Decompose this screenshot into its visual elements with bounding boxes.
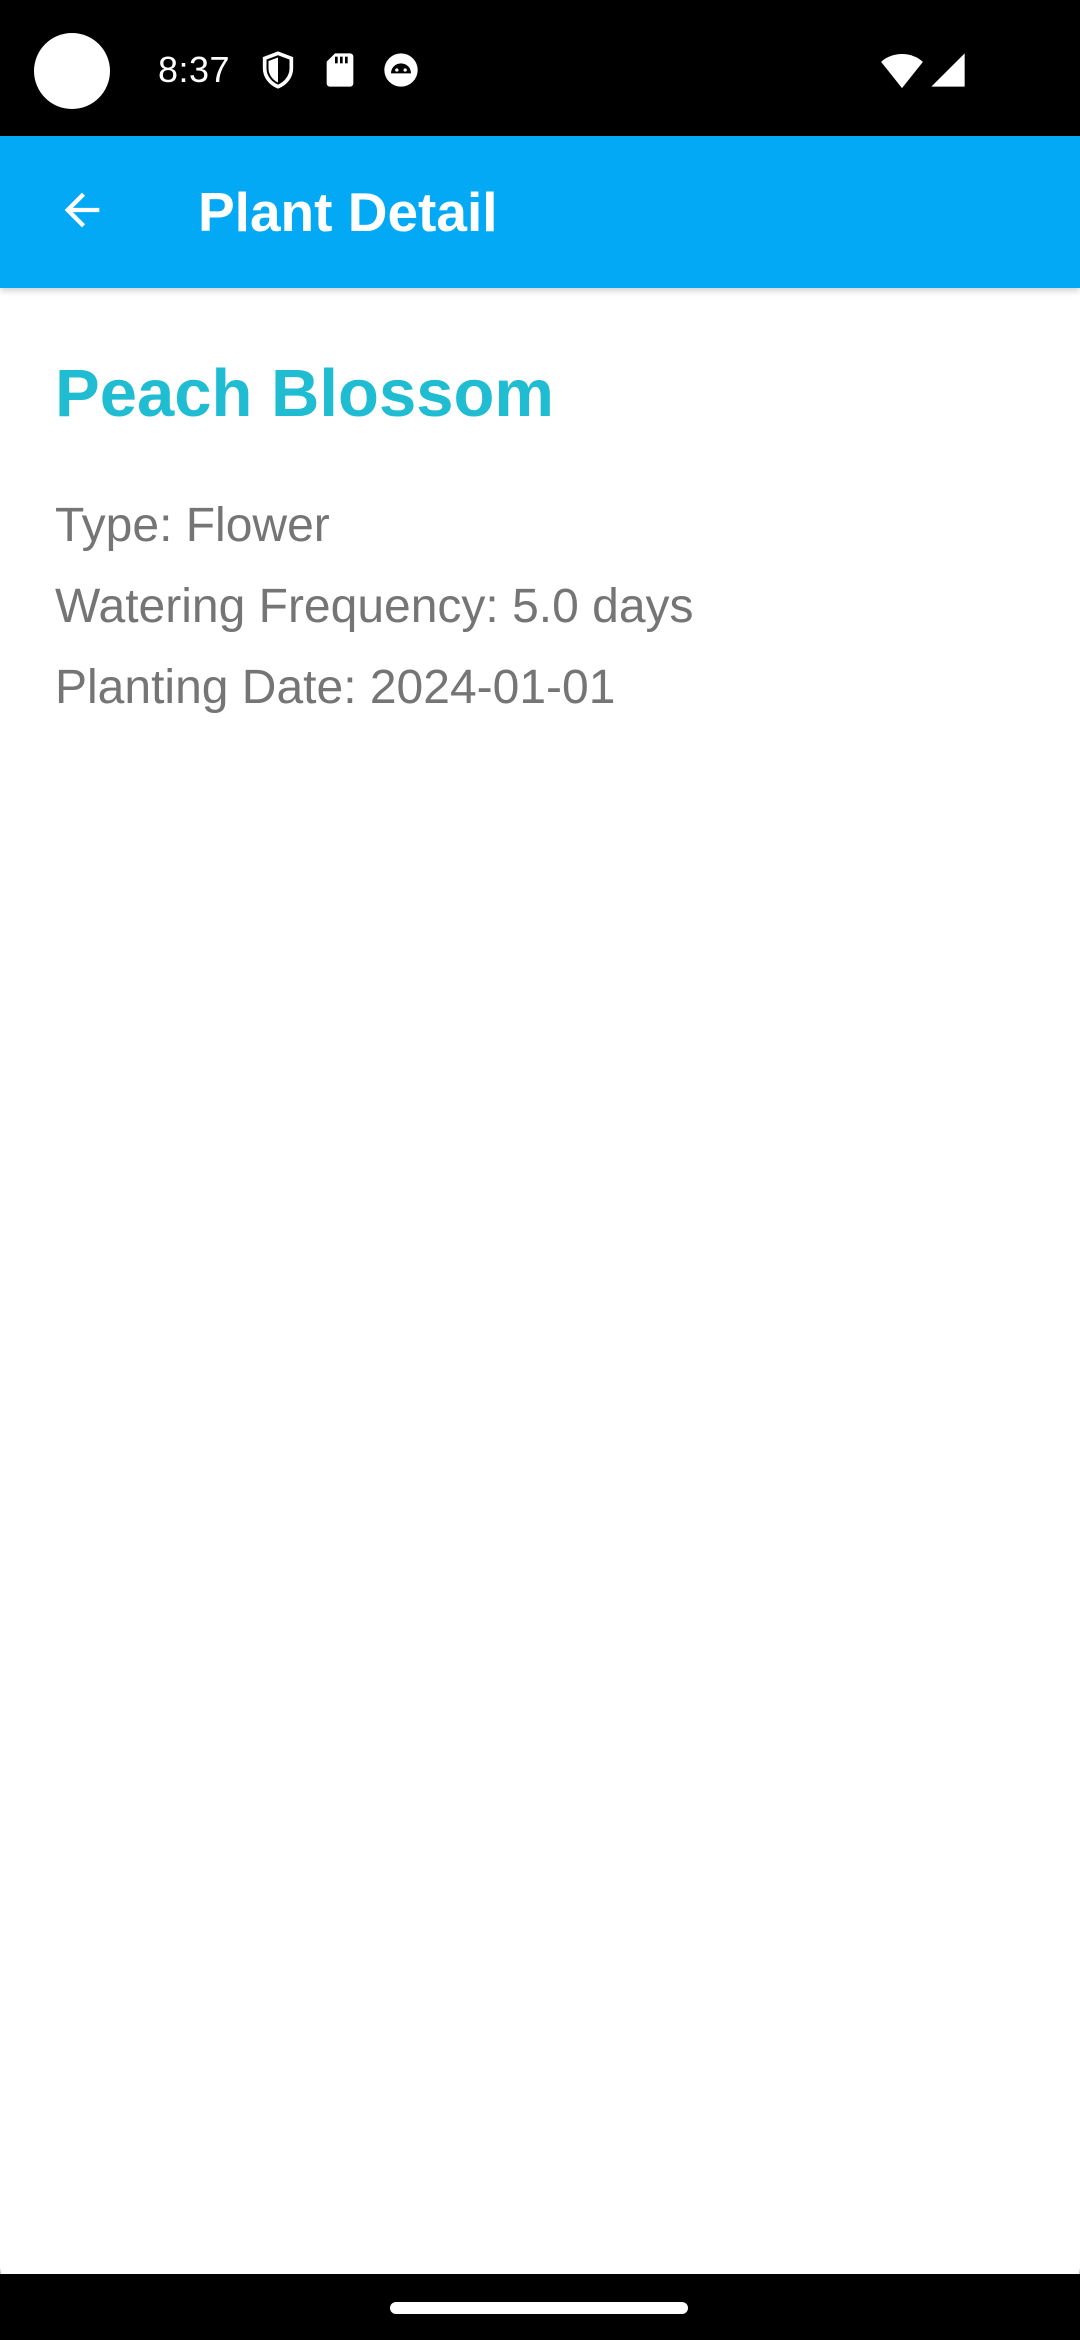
watering-frequency: Watering Frequency: 5.0 days (55, 580, 694, 633)
plant-name: Peach Blossom (55, 356, 554, 431)
page-title: Plant Detail (198, 181, 498, 243)
phone-screen: 8:37 Plant Detail Peach Blossom Type: Fl… (0, 0, 1080, 2340)
plant-detail-content: Peach Blossom Type: Flower Watering Freq… (0, 288, 1080, 2274)
back-button[interactable] (36, 166, 128, 258)
sd-card-icon (320, 50, 360, 90)
arrow-back-icon (56, 184, 108, 241)
status-bar: 8:37 (0, 0, 1080, 136)
cell-signal-icon (928, 50, 968, 90)
wifi-icon (880, 50, 924, 90)
navigation-bar (0, 2274, 1080, 2340)
plant-type: Type: Flower (55, 499, 330, 552)
android-face-icon (381, 50, 421, 90)
status-time: 8:37 (158, 49, 231, 90)
app-bar: Plant Detail (0, 136, 1080, 288)
planting-date: Planting Date: 2024-01-01 (55, 661, 616, 714)
shield-icon (258, 50, 298, 90)
camera-cutout (34, 33, 110, 109)
home-gesture-handle[interactable] (390, 2302, 688, 2314)
